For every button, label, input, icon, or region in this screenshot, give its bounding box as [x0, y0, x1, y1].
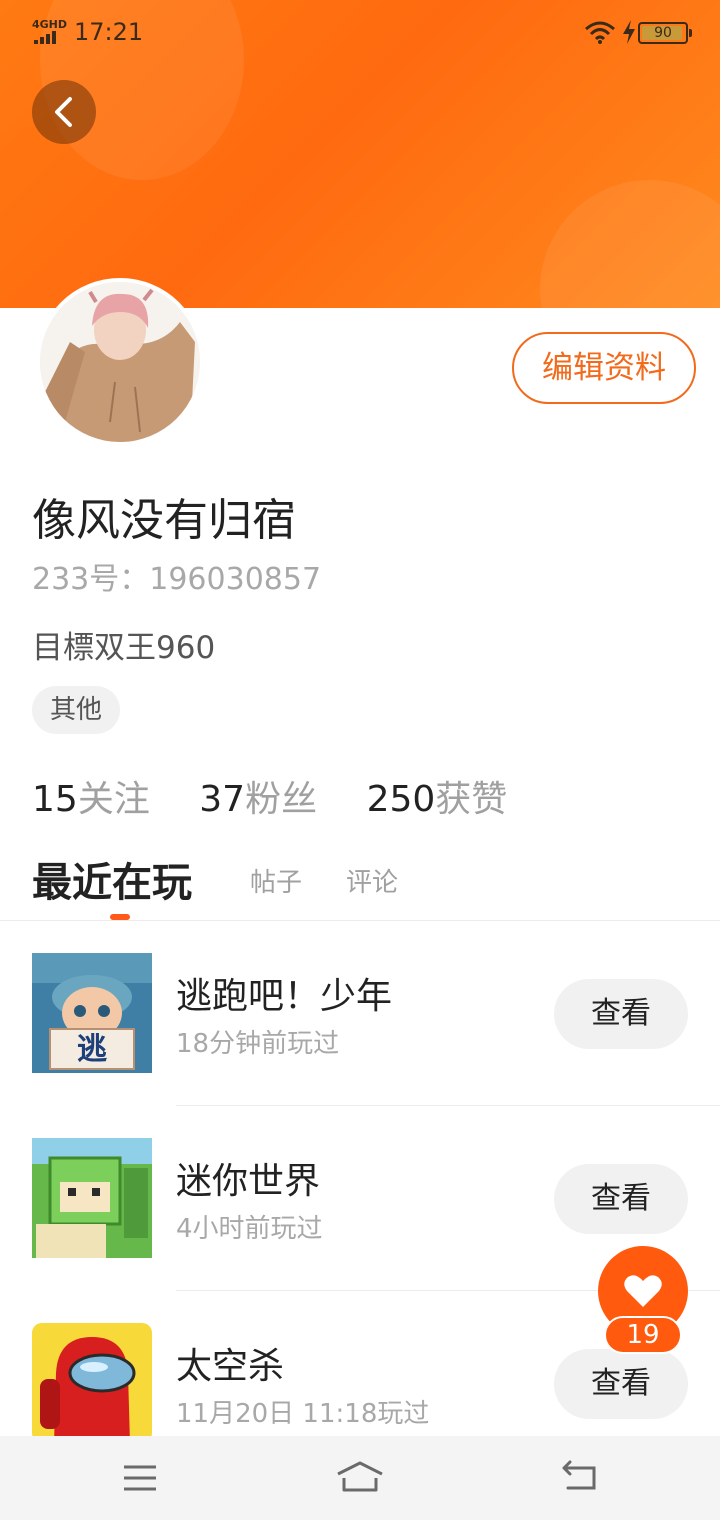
- tab-posts[interactable]: 帖子: [250, 862, 302, 899]
- menu-icon[interactable]: [122, 1460, 158, 1496]
- game-last-played: 18分钟前玩过: [176, 1029, 340, 1059]
- divider: [0, 920, 720, 921]
- battery-level: 90: [654, 25, 672, 41]
- signal-icon: [34, 30, 64, 44]
- clock: 17:21: [74, 18, 144, 46]
- home-icon[interactable]: [336, 1460, 384, 1496]
- system-nav-bar: [0, 1436, 720, 1520]
- divider: [176, 1105, 720, 1106]
- avatar[interactable]: [36, 278, 204, 446]
- battery-icon: 90: [638, 22, 692, 44]
- decor-circle: [540, 180, 720, 308]
- game-icon: 逃: [32, 953, 152, 1073]
- game-icon: [32, 1138, 152, 1258]
- username: 像风没有归宿: [32, 495, 296, 546]
- status-bar: 4GHD 17:21 90: [0, 0, 720, 66]
- back-button[interactable]: [32, 80, 96, 144]
- game-last-played: 11月20日 11:18玩过: [176, 1399, 430, 1429]
- game-icon: [32, 1323, 152, 1443]
- heart-icon: [624, 1275, 662, 1307]
- wifi-icon: [585, 21, 615, 44]
- like-count-badge: 19: [604, 1316, 682, 1354]
- stat-following[interactable]: 15关注: [32, 770, 150, 822]
- view-button[interactable]: 查看: [554, 979, 688, 1049]
- charging-icon: [623, 20, 635, 44]
- user-id: 233号：196030857: [32, 562, 322, 597]
- tab-recently-played[interactable]: 最近在玩: [32, 850, 192, 908]
- back-icon[interactable]: [560, 1460, 600, 1496]
- game-name: 逃跑吧！少年: [176, 976, 393, 1017]
- stat-followers[interactable]: 37粉丝: [199, 770, 317, 822]
- tab-comments[interactable]: 评论: [346, 862, 398, 899]
- chevron-left-icon: [55, 97, 72, 127]
- profile-stats: 15关注 37粉丝 250获赞: [32, 770, 545, 822]
- view-button[interactable]: 查看: [554, 1349, 688, 1419]
- game-icon-label: 逃: [77, 1032, 107, 1067]
- list-item[interactable]: 逃 逃跑吧！少年 18分钟前玩过 查看: [0, 953, 720, 1137]
- avatar-illustration: [40, 282, 200, 442]
- game-last-played: 4小时前玩过: [176, 1214, 323, 1244]
- edit-profile-button[interactable]: 编辑资料: [512, 332, 696, 404]
- view-button[interactable]: 查看: [554, 1164, 688, 1234]
- game-name: 迷你世界: [176, 1161, 321, 1202]
- user-bio: 目標双王960: [32, 630, 216, 666]
- stat-likes[interactable]: 250获赞: [367, 770, 508, 822]
- user-tag[interactable]: 其他: [32, 686, 121, 734]
- game-name: 太空杀: [176, 1346, 285, 1387]
